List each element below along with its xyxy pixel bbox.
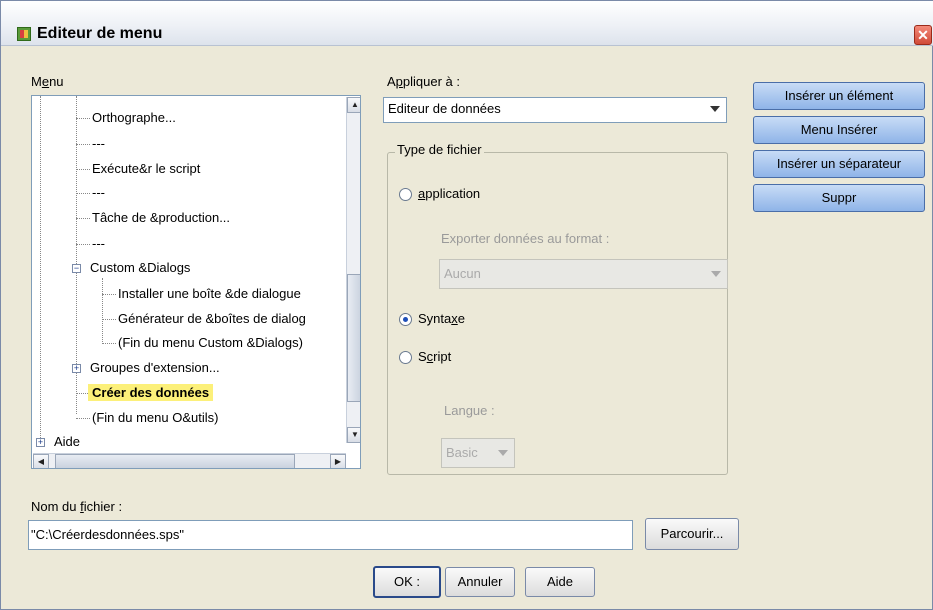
tree-item[interactable]: Installer une boîte &de dialogue bbox=[118, 283, 301, 305]
scroll-up-icon[interactable]: ▲ bbox=[347, 97, 360, 113]
collapse-icon[interactable]: − bbox=[72, 264, 81, 273]
app-icon bbox=[17, 27, 31, 41]
script-label: Script bbox=[418, 349, 452, 364]
tree-item[interactable]: (Fin du menu Custom &Dialogs) bbox=[118, 332, 303, 354]
filename-field[interactable]: "C:\Créerdesdonnées.sps" bbox=[28, 520, 633, 550]
language-select[interactable]: Basic bbox=[441, 438, 515, 468]
tree-item[interactable]: Exécute&r le script bbox=[92, 158, 200, 180]
insert-menu-button[interactable]: Menu Insérer bbox=[753, 116, 925, 144]
horizontal-scroll-thumb[interactable] bbox=[55, 454, 295, 468]
export-format-select[interactable]: Aucun bbox=[439, 259, 728, 289]
ok-button[interactable]: OK : bbox=[373, 566, 441, 598]
application-radio[interactable] bbox=[399, 188, 412, 201]
window-title: Editeur de menu bbox=[37, 25, 163, 42]
export-format-label: Exporter données au format : bbox=[441, 231, 610, 246]
scroll-down-icon[interactable]: ▼ bbox=[347, 427, 360, 443]
chevron-down-icon bbox=[498, 450, 508, 456]
apply-to-label: Appliquer à : bbox=[387, 74, 460, 89]
vertical-scroll-thumb[interactable] bbox=[347, 274, 360, 402]
tree-item[interactable]: --- bbox=[92, 133, 105, 155]
language-value: Basic bbox=[446, 445, 478, 460]
apply-to-select[interactable]: Editeur de données bbox=[383, 97, 727, 123]
menu-tree[interactable]: Orthographe... --- Exécute&r le script -… bbox=[31, 95, 361, 469]
syntax-radio[interactable] bbox=[399, 313, 412, 326]
tree-item[interactable]: (Fin du menu O&utils) bbox=[92, 407, 218, 429]
tree-item[interactable]: Aide bbox=[54, 431, 80, 453]
tree-item[interactable]: Orthographe... bbox=[92, 107, 176, 129]
syntax-label: Syntaxe bbox=[418, 311, 465, 326]
tree-item[interactable]: Custom &Dialogs bbox=[90, 257, 190, 279]
cancel-button[interactable]: Annuler bbox=[445, 567, 515, 597]
insert-item-button[interactable]: Insérer un élément bbox=[753, 82, 925, 110]
tree-item[interactable]: --- bbox=[92, 182, 105, 204]
expand-icon[interactable]: + bbox=[36, 438, 45, 447]
apply-to-value: Editeur de données bbox=[388, 101, 501, 116]
application-label: application bbox=[418, 186, 481, 201]
horizontal-scrollbar[interactable]: ◀ ▶ bbox=[33, 453, 346, 468]
tree-item[interactable]: Groupes d'extension... bbox=[90, 357, 220, 379]
insert-separator-button[interactable]: Insérer un séparateur bbox=[753, 150, 925, 178]
language-label: Langue : bbox=[444, 403, 495, 418]
menu-label: Menu bbox=[31, 74, 64, 89]
export-format-value: Aucun bbox=[444, 266, 481, 281]
script-radio[interactable] bbox=[399, 351, 412, 364]
close-button[interactable]: ✕ bbox=[914, 25, 932, 45]
scroll-left-icon[interactable]: ◀ bbox=[33, 454, 49, 468]
help-button[interactable]: Aide bbox=[525, 567, 595, 597]
expand-icon[interactable]: + bbox=[72, 364, 81, 373]
filename-label: Nom du fichier : bbox=[31, 499, 123, 514]
tree-item[interactable]: --- bbox=[92, 233, 105, 255]
tree-item[interactable]: Tâche de &production... bbox=[92, 207, 230, 229]
file-type-title: Type de fichier bbox=[395, 142, 484, 157]
browse-button[interactable]: Parcourir... bbox=[645, 518, 739, 550]
chevron-down-icon bbox=[711, 271, 721, 277]
scroll-right-icon[interactable]: ▶ bbox=[330, 454, 346, 468]
tree-item[interactable]: Générateur de &boîtes de dialog bbox=[118, 308, 306, 330]
chevron-down-icon bbox=[710, 106, 720, 112]
vertical-scrollbar[interactable]: ▲ ▼ bbox=[346, 97, 360, 443]
tree-item-selected[interactable]: Créer des données bbox=[88, 382, 214, 404]
title-bar: Editeur de menu ✕ bbox=[1, 1, 933, 46]
menu-editor-window: Editeur de menu ✕ Menu Orthographe... --… bbox=[0, 0, 933, 610]
close-icon: ✕ bbox=[917, 27, 929, 43]
delete-button[interactable]: Suppr bbox=[753, 184, 925, 212]
